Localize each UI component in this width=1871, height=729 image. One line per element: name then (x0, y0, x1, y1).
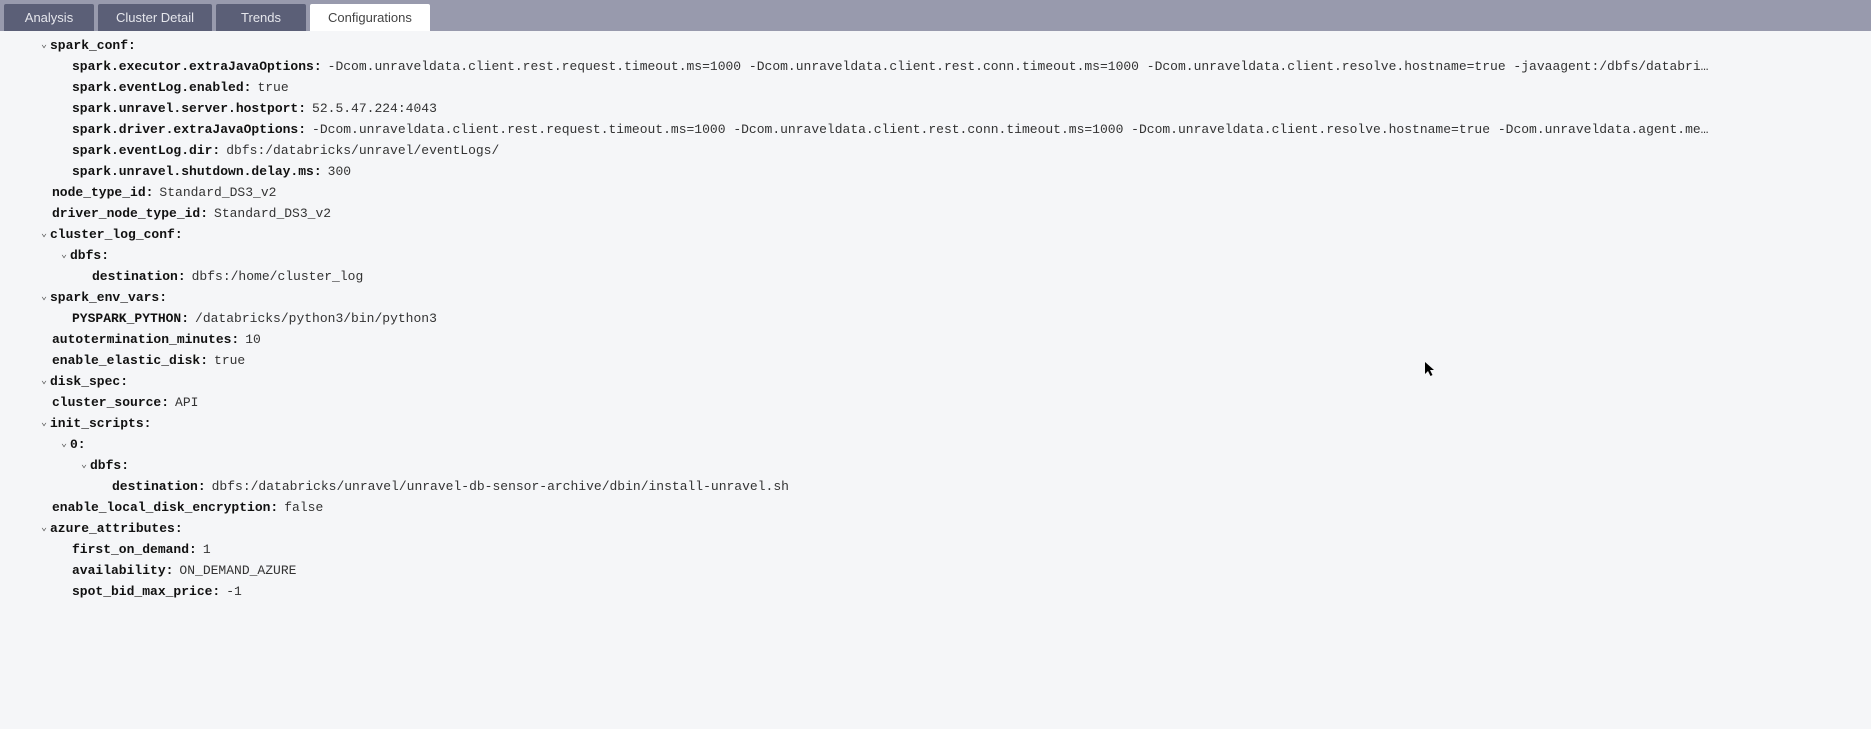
tree-key: availability: (72, 560, 173, 581)
tree-kv: spark.eventLog.enabled: true (0, 77, 1871, 98)
chevron-down-icon: ⌄ (38, 377, 50, 387)
tree-kv: enable_local_disk_encryption: false (0, 497, 1871, 518)
tab-trends[interactable]: Trends (216, 4, 306, 31)
tree-value: ON_DEMAND_AZURE (179, 560, 296, 581)
tree-key: spark_env_vars: (50, 287, 167, 308)
chevron-down-icon: ⌄ (38, 419, 50, 429)
tree-kv: spark.unravel.server.hostport: 52.5.47.2… (0, 98, 1871, 119)
tree-value: dbfs:/databricks/unravel/unravel-db-sens… (212, 476, 789, 497)
tree-value: 300 (328, 161, 351, 182)
tree-key: spot_bid_max_price: (72, 581, 220, 602)
tree-key: spark_conf: (50, 35, 136, 56)
chevron-down-icon: ⌄ (38, 524, 50, 534)
tree-kv: PYSPARK_PYTHON: /databricks/python3/bin/… (0, 308, 1871, 329)
tree-key: spark.eventLog.dir: (72, 140, 220, 161)
tree-value: true (257, 77, 288, 98)
tree-key: destination: (92, 266, 186, 287)
chevron-down-icon: ⌄ (78, 461, 90, 471)
chevron-down-icon: ⌄ (58, 440, 70, 450)
tree-key: driver_node_type_id: (52, 203, 208, 224)
tree-key: PYSPARK_PYTHON: (72, 308, 189, 329)
tab-analysis[interactable]: Analysis (4, 4, 94, 31)
tree-key: azure_attributes: (50, 518, 183, 539)
tree-value: 1 (203, 539, 211, 560)
tree-node-init-scripts-0-dbfs[interactable]: ⌄ dbfs: (0, 455, 1871, 476)
chevron-down-icon: ⌄ (58, 251, 70, 261)
tree-key: spark.unravel.server.hostport: (72, 98, 306, 119)
tree-key: disk_spec: (50, 371, 128, 392)
tree-kv: spark.unravel.shutdown.delay.ms: 300 (0, 161, 1871, 182)
tree-key: enable_local_disk_encryption: (52, 497, 278, 518)
tree-key: spark.eventLog.enabled: (72, 77, 251, 98)
tree-node-cluster-log-conf[interactable]: ⌄ cluster_log_conf: (0, 224, 1871, 245)
tree-kv: spark.eventLog.dir: dbfs:/databricks/unr… (0, 140, 1871, 161)
tree-kv: spark.driver.extraJavaOptions: -Dcom.unr… (0, 119, 1871, 140)
tree-kv: driver_node_type_id: Standard_DS3_v2 (0, 203, 1871, 224)
tree-key: enable_elastic_disk: (52, 350, 208, 371)
tree-value: false (284, 497, 323, 518)
tree-key: spark.executor.extraJavaOptions: (72, 56, 322, 77)
tree-key: cluster_log_conf: (50, 224, 183, 245)
tree-node-init-scripts[interactable]: ⌄ init_scripts: (0, 413, 1871, 434)
tree-key: cluster_source: (52, 392, 169, 413)
tree-node-init-scripts-0[interactable]: ⌄ 0: (0, 434, 1871, 455)
chevron-down-icon: ⌄ (38, 41, 50, 51)
tree-value: API (175, 392, 198, 413)
tree-key: 0: (70, 434, 86, 455)
config-tree: ⌄ spark_conf: spark.executor.extraJavaOp… (0, 31, 1871, 612)
tree-node-dbfs[interactable]: ⌄ dbfs: (0, 245, 1871, 266)
tree-value: Standard_DS3_v2 (214, 203, 331, 224)
tree-key: spark.unravel.shutdown.delay.ms: (72, 161, 322, 182)
tree-value: dbfs:/databricks/unravel/eventLogs/ (226, 140, 499, 161)
chevron-down-icon: ⌄ (38, 293, 50, 303)
tree-kv: availability: ON_DEMAND_AZURE (0, 560, 1871, 581)
tree-kv: node_type_id: Standard_DS3_v2 (0, 182, 1871, 203)
tree-node-spark-env-vars[interactable]: ⌄ spark_env_vars: (0, 287, 1871, 308)
tree-value: -Dcom.unraveldata.client.rest.request.ti… (312, 119, 1708, 140)
tree-kv: first_on_demand: 1 (0, 539, 1871, 560)
tree-value: Standard_DS3_v2 (159, 182, 276, 203)
tree-node-disk-spec[interactable]: ⌄ disk_spec: (0, 371, 1871, 392)
tab-configurations[interactable]: Configurations (310, 4, 430, 31)
tree-kv: destination: dbfs:/home/cluster_log (0, 266, 1871, 287)
tree-value: dbfs:/home/cluster_log (192, 266, 364, 287)
tree-node-azure-attributes[interactable]: ⌄ azure_attributes: (0, 518, 1871, 539)
tree-value: -Dcom.unraveldata.client.rest.request.ti… (328, 56, 1709, 77)
tree-kv: destination: dbfs:/databricks/unravel/un… (0, 476, 1871, 497)
tree-kv: spot_bid_max_price: -1 (0, 581, 1871, 602)
tree-key: autotermination_minutes: (52, 329, 239, 350)
tree-value: 10 (245, 329, 261, 350)
tree-kv: spark.executor.extraJavaOptions: -Dcom.u… (0, 56, 1871, 77)
tree-kv: autotermination_minutes: 10 (0, 329, 1871, 350)
tree-kv: cluster_source: API (0, 392, 1871, 413)
tree-key: first_on_demand: (72, 539, 197, 560)
tree-key: destination: (112, 476, 206, 497)
tree-key: dbfs: (70, 245, 109, 266)
tree-key: node_type_id: (52, 182, 153, 203)
tree-kv: enable_elastic_disk: true (0, 350, 1871, 371)
tab-bar: Analysis Cluster Detail Trends Configura… (0, 0, 1871, 31)
tree-key: dbfs: (90, 455, 129, 476)
tree-node-spark-conf[interactable]: ⌄ spark_conf: (0, 35, 1871, 56)
tree-value: /databricks/python3/bin/python3 (195, 308, 437, 329)
tab-cluster-detail[interactable]: Cluster Detail (98, 4, 212, 31)
tree-key: init_scripts: (50, 413, 151, 434)
tree-value: -1 (226, 581, 242, 602)
chevron-down-icon: ⌄ (38, 230, 50, 240)
tree-value: true (214, 350, 245, 371)
tree-value: 52.5.47.224:4043 (312, 98, 437, 119)
tree-key: spark.driver.extraJavaOptions: (72, 119, 306, 140)
